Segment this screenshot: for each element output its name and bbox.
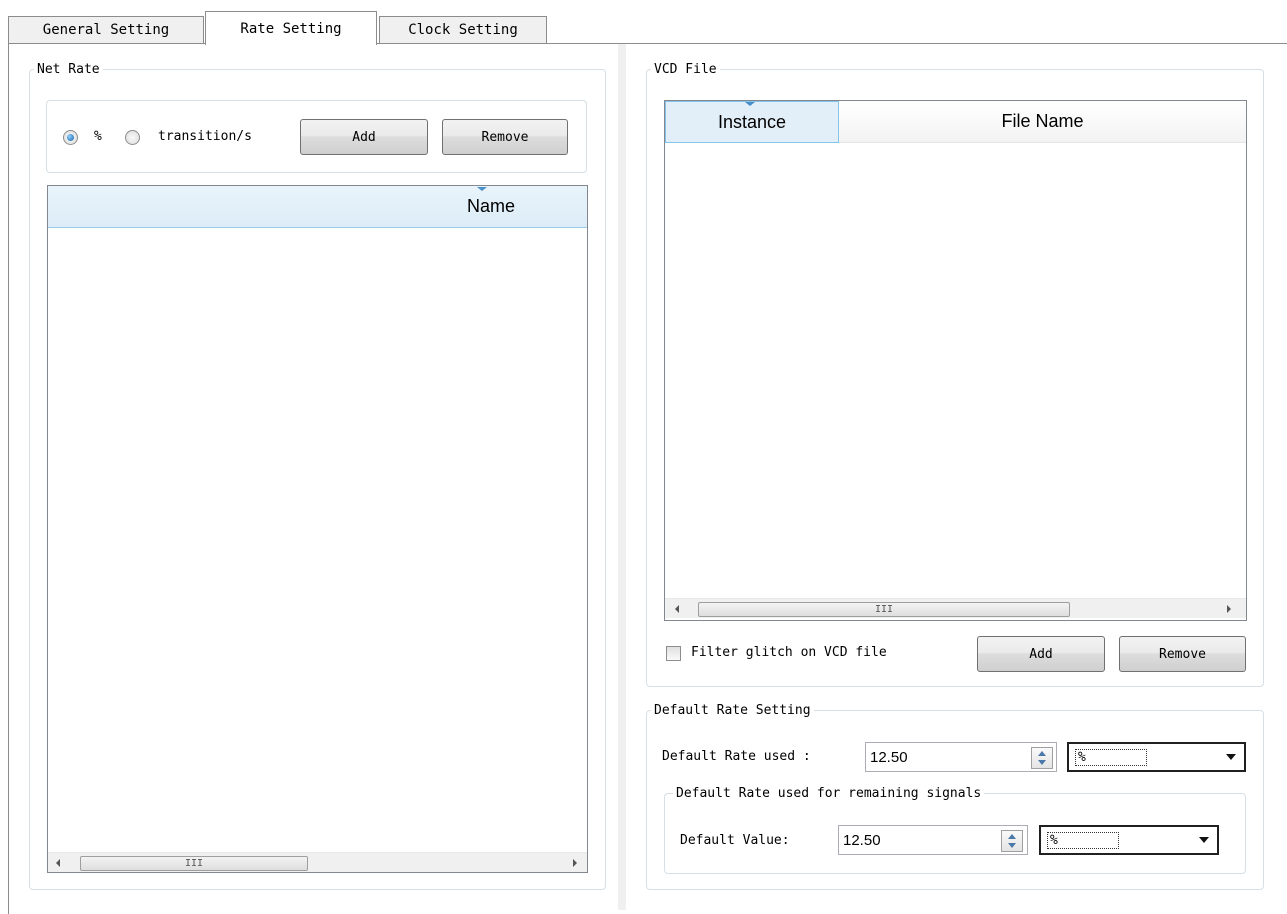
scroll-thumb-grip: III <box>874 604 894 615</box>
percent-radio-label: % <box>94 129 102 144</box>
scroll-left-icon[interactable] <box>675 605 679 613</box>
transition-radio-label: transition/s <box>158 129 252 144</box>
default-value-spinner[interactable] <box>1001 830 1023 852</box>
column-header-file-name-label: File Name <box>1001 111 1084 131</box>
default-rate-used-input[interactable]: 12.50 <box>865 742 1057 772</box>
default-rate-used-label: Default Rate used : <box>662 749 811 764</box>
default-rate-used-unit-select[interactable]: % <box>1067 742 1246 772</box>
scroll-thumb[interactable]: III <box>80 856 308 871</box>
net-rate-add-button[interactable]: Add <box>300 119 428 155</box>
sort-arrow-icon <box>745 102 755 106</box>
default-value-value: 12.50 <box>843 831 881 849</box>
remaining-signals-legend: Default Rate used for remaining signals <box>676 786 982 801</box>
scroll-thumb-grip: III <box>184 858 204 869</box>
column-header-name[interactable]: Name <box>48 186 587 228</box>
tab-general-setting[interactable]: General Setting <box>8 16 204 43</box>
column-header-instance[interactable]: Instance <box>665 101 839 143</box>
percent-radio[interactable] <box>63 130 78 145</box>
spin-up-icon[interactable] <box>1038 751 1046 756</box>
sort-arrow-icon <box>477 187 487 191</box>
scroll-right-icon[interactable] <box>573 859 577 867</box>
scroll-thumb[interactable]: III <box>698 602 1070 617</box>
panel-splitter[interactable] <box>618 44 626 910</box>
net-rate-list[interactable]: Name III <box>47 185 588 873</box>
column-header-file-name[interactable]: File Name <box>839 101 1246 143</box>
vcd-file-legend: VCD File <box>654 62 717 77</box>
tab-rate-setting[interactable]: Rate Setting <box>205 11 377 45</box>
net-rate-hscroll[interactable]: III <box>48 852 587 872</box>
vcd-add-button[interactable]: Add <box>977 636 1105 672</box>
spin-up-icon[interactable] <box>1008 834 1016 839</box>
net-rate-legend: Net Rate <box>37 62 100 77</box>
tab-clock-setting[interactable]: Clock Setting <box>379 16 547 43</box>
tab-strip: General Setting Rate Setting Clock Setti… <box>0 0 1287 45</box>
default-rate-legend: Default Rate Setting <box>654 703 811 718</box>
default-rate-used-spinner[interactable] <box>1031 747 1053 769</box>
net-rate-remove-button[interactable]: Remove <box>442 119 568 155</box>
column-header-instance-label: Instance <box>717 111 787 132</box>
vcd-file-list[interactable]: Instance File Name III <box>664 100 1247 621</box>
vcd-remove-button[interactable]: Remove <box>1119 636 1246 672</box>
scroll-left-icon[interactable] <box>56 859 60 867</box>
spin-down-icon[interactable] <box>1038 760 1046 765</box>
column-header-name-label: Name <box>466 196 515 216</box>
filter-glitch-label: Filter glitch on VCD file <box>691 645 887 660</box>
scroll-right-icon[interactable] <box>1227 605 1231 613</box>
default-value-label: Default Value: <box>680 833 790 848</box>
default-rate-used-unit-value: % <box>1075 748 1147 766</box>
chevron-down-icon <box>1226 754 1236 760</box>
vcd-file-hscroll[interactable]: III <box>665 598 1246 618</box>
spin-down-icon[interactable] <box>1008 843 1016 848</box>
filter-glitch-checkbox[interactable] <box>666 646 681 661</box>
chevron-down-icon <box>1199 837 1209 843</box>
default-rate-used-value: 12.50 <box>870 748 908 766</box>
default-value-input[interactable]: 12.50 <box>838 825 1028 855</box>
default-value-unit-select[interactable]: % <box>1039 825 1219 855</box>
transition-radio[interactable] <box>125 130 140 145</box>
default-value-unit-value: % <box>1047 831 1119 849</box>
